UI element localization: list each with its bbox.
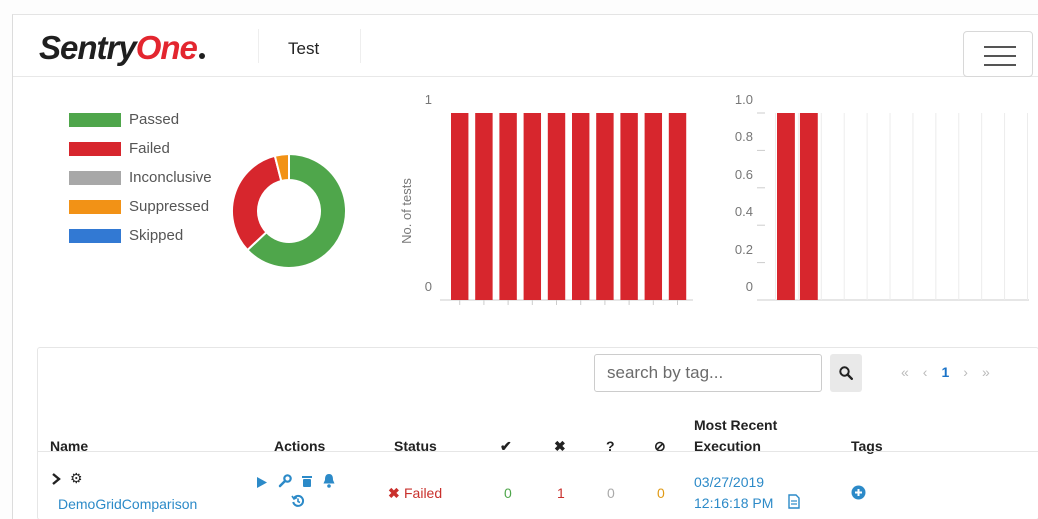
expand-chevron-icon[interactable]	[51, 473, 61, 485]
failed-x-icon: ✖	[388, 485, 400, 501]
trash-icon[interactable]	[301, 474, 313, 488]
bar[interactable]	[547, 113, 566, 300]
tests-table-card: «‹1›» Name Actions Status ✔ ✖ ? ⊘ Most R…	[37, 347, 1038, 519]
header-bar: SentryOne Test	[13, 15, 1038, 77]
bar[interactable]	[451, 113, 469, 300]
legend-swatch	[69, 229, 121, 243]
search-button[interactable]	[830, 354, 862, 392]
hamburger-icon-line	[984, 55, 1016, 57]
add-tag-icon[interactable]	[851, 485, 866, 500]
bell-icon[interactable]	[322, 473, 336, 488]
legend-label: Inconclusive	[129, 169, 212, 186]
column-header-failed-icon[interactable]: ✖	[554, 438, 566, 455]
passed-count: 0	[504, 485, 512, 501]
column-header-passed-icon[interactable]: ✔	[500, 438, 512, 455]
bar[interactable]	[668, 113, 687, 300]
bar[interactable]	[596, 113, 614, 300]
logo-text-sentry: Sentry	[39, 29, 137, 66]
tag-search-input[interactable]	[594, 354, 822, 392]
pass-rate-bar-chart: 1.0 0.8 0.6 0.4 0.2 0	[735, 92, 1029, 301]
bar[interactable]	[523, 113, 542, 300]
logo-text-one: One	[135, 29, 198, 66]
status-donut-chart[interactable]	[229, 151, 349, 271]
bar[interactable]	[499, 113, 517, 300]
history-icon[interactable]	[291, 494, 305, 508]
y-tick-label: 0.6	[735, 167, 753, 182]
last-page-button[interactable]: »	[982, 364, 990, 380]
wrench-icon[interactable]	[278, 474, 292, 488]
legend-swatch	[69, 200, 121, 214]
bar[interactable]	[620, 113, 638, 300]
cogs-icon: ⚙	[70, 470, 83, 486]
inconclusive-count: 0	[607, 485, 615, 501]
bar[interactable]	[644, 113, 663, 300]
y-tick-label: 0.8	[735, 129, 753, 144]
legend-label: Suppressed	[129, 198, 210, 215]
status-badge: Failed	[404, 485, 443, 501]
test-name-link[interactable]: DemoGridComparison	[58, 496, 197, 512]
legend-swatch	[69, 142, 121, 156]
logo-dot	[198, 53, 205, 59]
header-divider	[360, 29, 361, 63]
header-divider	[38, 451, 1038, 452]
next-page-button[interactable]: ›	[963, 364, 968, 380]
execution-date-link[interactable]: 03/27/2019	[694, 474, 764, 490]
y-tick-label: 0	[746, 279, 753, 294]
bar[interactable]	[799, 113, 818, 300]
hamburger-icon-line	[984, 46, 1016, 48]
page-title: Test	[288, 39, 320, 58]
y-tick-label: 0.4	[735, 204, 753, 219]
hamburger-menu-button[interactable]	[963, 31, 1033, 77]
y-tick-label: 0.2	[735, 242, 753, 257]
legend-label: Failed	[129, 140, 170, 157]
pagination: « ‹ 1 › »	[901, 364, 1004, 380]
bar[interactable]	[777, 113, 795, 300]
y-axis-label: No. of tests	[399, 178, 414, 244]
y-tick-label: 1	[425, 92, 432, 107]
failed-count: 1	[557, 485, 565, 501]
first-page-button[interactable]: «	[901, 364, 909, 380]
run-play-icon[interactable]	[256, 476, 268, 489]
column-header-suppressed-icon[interactable]: ⊘	[654, 438, 666, 455]
bar[interactable]	[572, 113, 590, 300]
prev-page-button[interactable]: ‹	[923, 364, 928, 380]
legend-label: Skipped	[129, 227, 184, 244]
legend-swatch	[69, 113, 121, 127]
execution-time-link[interactable]: 12:16:18 PM	[694, 495, 773, 511]
y-tick-label: 1.0	[735, 92, 753, 107]
current-page[interactable]: 1	[941, 364, 949, 380]
hamburger-icon-line	[984, 64, 1016, 66]
document-icon[interactable]	[788, 494, 800, 509]
header-divider	[258, 29, 259, 63]
search-icon	[839, 366, 853, 380]
legend-swatch	[69, 171, 121, 185]
legend-label: Passed	[129, 111, 180, 128]
bar[interactable]	[475, 113, 493, 300]
donut-slice-failed[interactable]	[231, 154, 283, 252]
tests-bar-chart: No. of tests 1 0	[399, 92, 693, 305]
y-tick-label: 0	[425, 279, 432, 294]
column-header-most-recent[interactable]: Most Recent	[694, 417, 777, 433]
suppressed-count: 0	[657, 485, 665, 501]
sentryone-logo[interactable]: SentryOne	[39, 29, 205, 67]
app-frame: SentryOne Test Passed Failed Inconclusiv…	[12, 14, 1038, 519]
